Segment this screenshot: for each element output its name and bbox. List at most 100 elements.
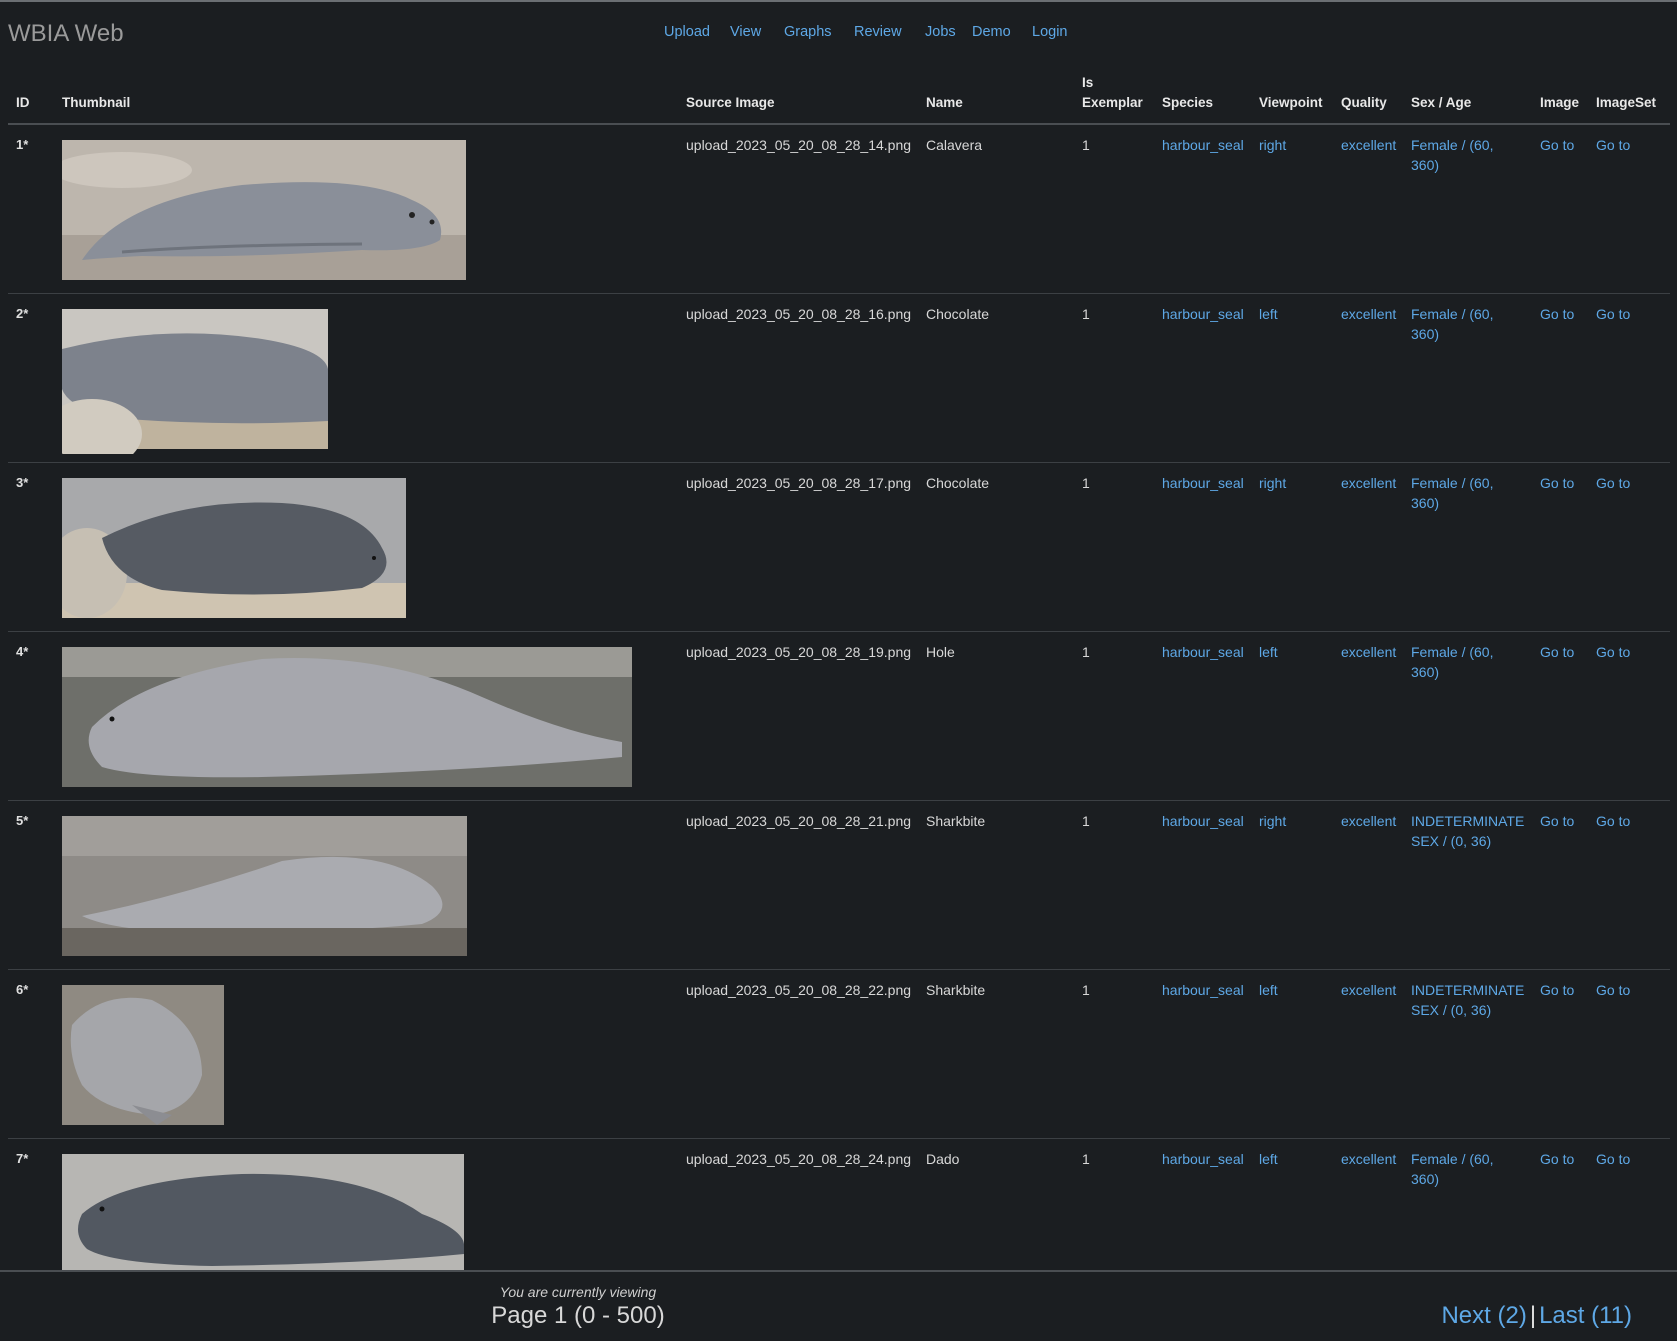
viewpoint-link[interactable]: left [1259, 1151, 1278, 1167]
row-id: 4* [8, 631, 54, 801]
animal-name: Chocolate [918, 462, 1074, 632]
table-row: 2* upload_2023_05_20_08_28_16.png Chocol… [8, 293, 1670, 463]
imageset-go-to-link[interactable]: Go to [1596, 306, 1630, 322]
species-link[interactable]: harbour_seal [1162, 306, 1244, 322]
imageset-go-to-link[interactable]: Go to [1596, 982, 1630, 998]
thumbnail-cell [54, 631, 678, 801]
sex-age-link[interactable]: Female / (60, 360) [1411, 1151, 1493, 1187]
imageset-go-to-link[interactable]: Go to [1596, 475, 1630, 491]
seal-thumbnail-image[interactable] [62, 980, 224, 1130]
col-sex-age[interactable]: Sex / Age [1403, 64, 1532, 125]
image-go-to-link[interactable]: Go to [1540, 644, 1574, 660]
seal-thumbnail-image[interactable] [62, 811, 467, 961]
row-id: 6* [8, 969, 54, 1139]
col-id[interactable]: ID [8, 64, 54, 125]
image-go-to-link[interactable]: Go to [1540, 137, 1574, 153]
animal-name: Sharkbite [918, 800, 1074, 970]
species-link[interactable]: harbour_seal [1162, 137, 1244, 153]
is-exemplar: 1 [1074, 631, 1154, 801]
col-name[interactable]: Name [918, 64, 1074, 125]
nav-demo[interactable]: Demo [972, 24, 1022, 40]
nav-review[interactable]: Review [854, 24, 916, 40]
viewpoint-link[interactable]: right [1259, 475, 1286, 491]
col-species[interactable]: Species [1154, 64, 1251, 125]
brand-logo[interactable]: WBIA Web [8, 20, 124, 48]
viewpoint-link[interactable]: left [1259, 306, 1278, 322]
seal-thumbnail-image[interactable] [62, 135, 466, 285]
quality-link[interactable]: excellent [1341, 813, 1396, 829]
source-image: upload_2023_05_20_08_28_14.png [678, 123, 918, 294]
row-id: 1* [8, 123, 54, 294]
next-page-link[interactable]: Next (2) [1441, 1302, 1526, 1329]
nav-login[interactable]: Login [1032, 24, 1082, 40]
nav-graphs[interactable]: Graphs [784, 24, 846, 40]
sex-age-link[interactable]: Female / (60, 360) [1411, 644, 1493, 680]
col-viewpoint[interactable]: Viewpoint [1251, 64, 1333, 125]
source-image: upload_2023_05_20_08_28_16.png [678, 293, 918, 463]
is-exemplar: 1 [1074, 1138, 1154, 1270]
last-page-link[interactable]: Last (11) [1539, 1302, 1632, 1329]
col-is-exemplar-line1: Is [1082, 75, 1094, 90]
species-link[interactable]: harbour_seal [1162, 475, 1244, 491]
viewpoint-link[interactable]: left [1259, 982, 1278, 998]
seal-thumbnail-image[interactable] [62, 473, 406, 623]
thumbnail-cell [54, 462, 678, 632]
species-link[interactable]: harbour_seal [1162, 813, 1244, 829]
pager-separator: | [1529, 1302, 1537, 1329]
col-source-image[interactable]: Source Image [678, 64, 918, 125]
sex-age-link[interactable]: Female / (60, 360) [1411, 475, 1493, 511]
viewpoint-link[interactable]: left [1259, 644, 1278, 660]
image-go-to-link[interactable]: Go to [1540, 982, 1574, 998]
quality-link[interactable]: excellent [1341, 137, 1396, 153]
nav-upload[interactable]: Upload [664, 24, 724, 40]
table-row: 6* upload_2023_05_20_08_28_22.png Sharkb… [8, 969, 1670, 1139]
sex-age-link[interactable]: Female / (60, 360) [1411, 137, 1493, 173]
nav-jobs[interactable]: Jobs [925, 24, 965, 40]
image-go-to-link[interactable]: Go to [1540, 1151, 1574, 1167]
image-go-to-link[interactable]: Go to [1540, 813, 1574, 829]
pagination-footer: You are currently viewing Page 1 (0 - 50… [0, 1270, 1677, 1341]
species-link[interactable]: harbour_seal [1162, 982, 1244, 998]
sex-age-link[interactable]: INDETERMINATE SEX / (0, 36) [1411, 813, 1524, 849]
species-link[interactable]: harbour_seal [1162, 644, 1244, 660]
current-page-label: Page 1 (0 - 500) [491, 1302, 665, 1329]
species-link[interactable]: harbour_seal [1162, 1151, 1244, 1167]
quality-link[interactable]: excellent [1341, 644, 1396, 660]
quality-link[interactable]: excellent [1341, 306, 1396, 322]
table-row: 1* upload_2023_05_20_08_28_14.png Calave… [8, 123, 1670, 294]
is-exemplar: 1 [1074, 293, 1154, 463]
sex-age-link[interactable]: INDETERMINATE SEX / (0, 36) [1411, 982, 1524, 1018]
viewpoint-link[interactable]: right [1259, 813, 1286, 829]
quality-link[interactable]: excellent [1341, 1151, 1396, 1167]
quality-link[interactable]: excellent [1341, 475, 1396, 491]
nav-links: Upload View Graphs Review Jobs Demo Logi… [664, 24, 1082, 40]
viewpoint-link[interactable]: right [1259, 137, 1286, 153]
imageset-go-to-link[interactable]: Go to [1596, 813, 1630, 829]
source-image: upload_2023_05_20_08_28_17.png [678, 462, 918, 632]
sex-age-link[interactable]: Female / (60, 360) [1411, 306, 1493, 342]
table-row: 3* upload_2023_05_20_08_28_17.png Chocol… [8, 462, 1670, 632]
imageset-go-to-link[interactable]: Go to [1596, 644, 1630, 660]
col-quality[interactable]: Quality [1333, 64, 1403, 125]
seal-thumbnail-image[interactable] [62, 1149, 464, 1270]
is-exemplar: 1 [1074, 462, 1154, 632]
imageset-go-to-link[interactable]: Go to [1596, 137, 1630, 153]
row-id: 7* [8, 1138, 54, 1270]
annotations-table-container[interactable]: ID Thumbnail Source Image Name Is Exempla… [8, 64, 1670, 1270]
imageset-go-to-link[interactable]: Go to [1596, 1151, 1630, 1167]
table-header-row: ID Thumbnail Source Image Name Is Exempla… [8, 64, 1670, 125]
col-imageset[interactable]: ImageSet [1588, 64, 1670, 125]
col-is-exemplar[interactable]: Is Exemplar [1074, 64, 1154, 125]
thumbnail-cell [54, 969, 678, 1139]
quality-link[interactable]: excellent [1341, 982, 1396, 998]
col-thumbnail[interactable]: Thumbnail [54, 64, 678, 125]
animal-name: Hole [918, 631, 1074, 801]
image-go-to-link[interactable]: Go to [1540, 306, 1574, 322]
image-go-to-link[interactable]: Go to [1540, 475, 1574, 491]
animal-name: Sharkbite [918, 969, 1074, 1139]
nav-view[interactable]: View [730, 24, 777, 40]
seal-thumbnail-image[interactable] [62, 304, 328, 454]
is-exemplar: 1 [1074, 123, 1154, 294]
col-image[interactable]: Image [1532, 64, 1588, 125]
seal-thumbnail-image[interactable] [62, 642, 632, 792]
